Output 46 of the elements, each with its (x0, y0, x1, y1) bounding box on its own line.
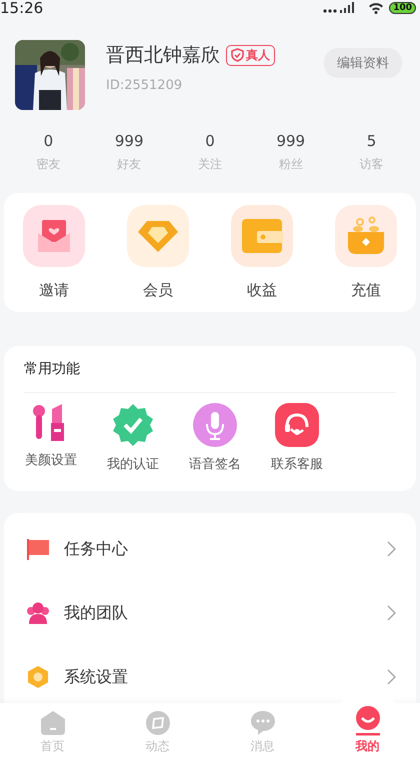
function-label[interactable]: 语音签名 (189, 455, 241, 473)
menu-item[interactable]: 我的团队 (64, 602, 387, 624)
smile-icon (354, 706, 380, 736)
section-title: 常用功能 (24, 360, 81, 378)
chevron-right-icon[interactable] (387, 669, 396, 685)
stat-value[interactable]: 999 (276, 132, 306, 150)
wifi-icon (368, 2, 384, 14)
compass-icon (144, 710, 170, 736)
stat-value[interactable]: 0 (205, 132, 215, 150)
action-label[interactable]: 充值 (351, 281, 381, 300)
stat-value[interactable]: 0 (44, 132, 54, 150)
icon-tile[interactable] (23, 205, 85, 267)
edit-profile-button[interactable]: 编辑资料 (324, 48, 402, 78)
microphone-icon (193, 403, 237, 447)
chat-bubble-icon (250, 710, 276, 736)
stat-value[interactable]: 5 (366, 132, 376, 150)
verified-check-icon (111, 403, 155, 447)
chevron-right-icon[interactable] (387, 541, 396, 557)
function-label[interactable]: 美颜设置 (25, 451, 77, 469)
wallet-icon (241, 218, 283, 254)
envelope-heart-icon (37, 218, 71, 254)
user-id: ID:2551209 (106, 78, 184, 93)
menu-item[interactable]: 系统设置 (64, 666, 387, 688)
shield-check-icon (231, 48, 244, 62)
user-name: 晋西北钟嘉欣 (106, 43, 220, 68)
hexagon-gear-icon (27, 665, 49, 689)
icon-tile[interactable] (335, 205, 397, 267)
home-icon (40, 710, 66, 736)
action-label[interactable]: 会员 (143, 281, 173, 300)
stat-value[interactable]: 999 (114, 132, 144, 150)
icon-tile[interactable] (127, 205, 189, 267)
diamond-icon (137, 219, 179, 253)
function-label[interactable]: 联系客服 (271, 455, 323, 473)
action-label[interactable]: 收益 (247, 281, 277, 300)
function-label[interactable]: 我的认证 (107, 455, 159, 473)
status-time: 15:26 (0, 0, 44, 17)
icon-tile[interactable] (231, 205, 293, 267)
headset-icon (275, 403, 319, 447)
action-label[interactable]: 邀请 (39, 281, 69, 300)
coin-bowl-icon (346, 216, 386, 256)
battery-level: 100 (389, 2, 416, 14)
group-icon (26, 601, 50, 625)
flag-icon (26, 538, 50, 560)
menu-item[interactable]: 任务中心 (64, 538, 387, 560)
verified-badge: 真人 (226, 44, 275, 66)
chevron-right-icon[interactable] (387, 605, 396, 621)
